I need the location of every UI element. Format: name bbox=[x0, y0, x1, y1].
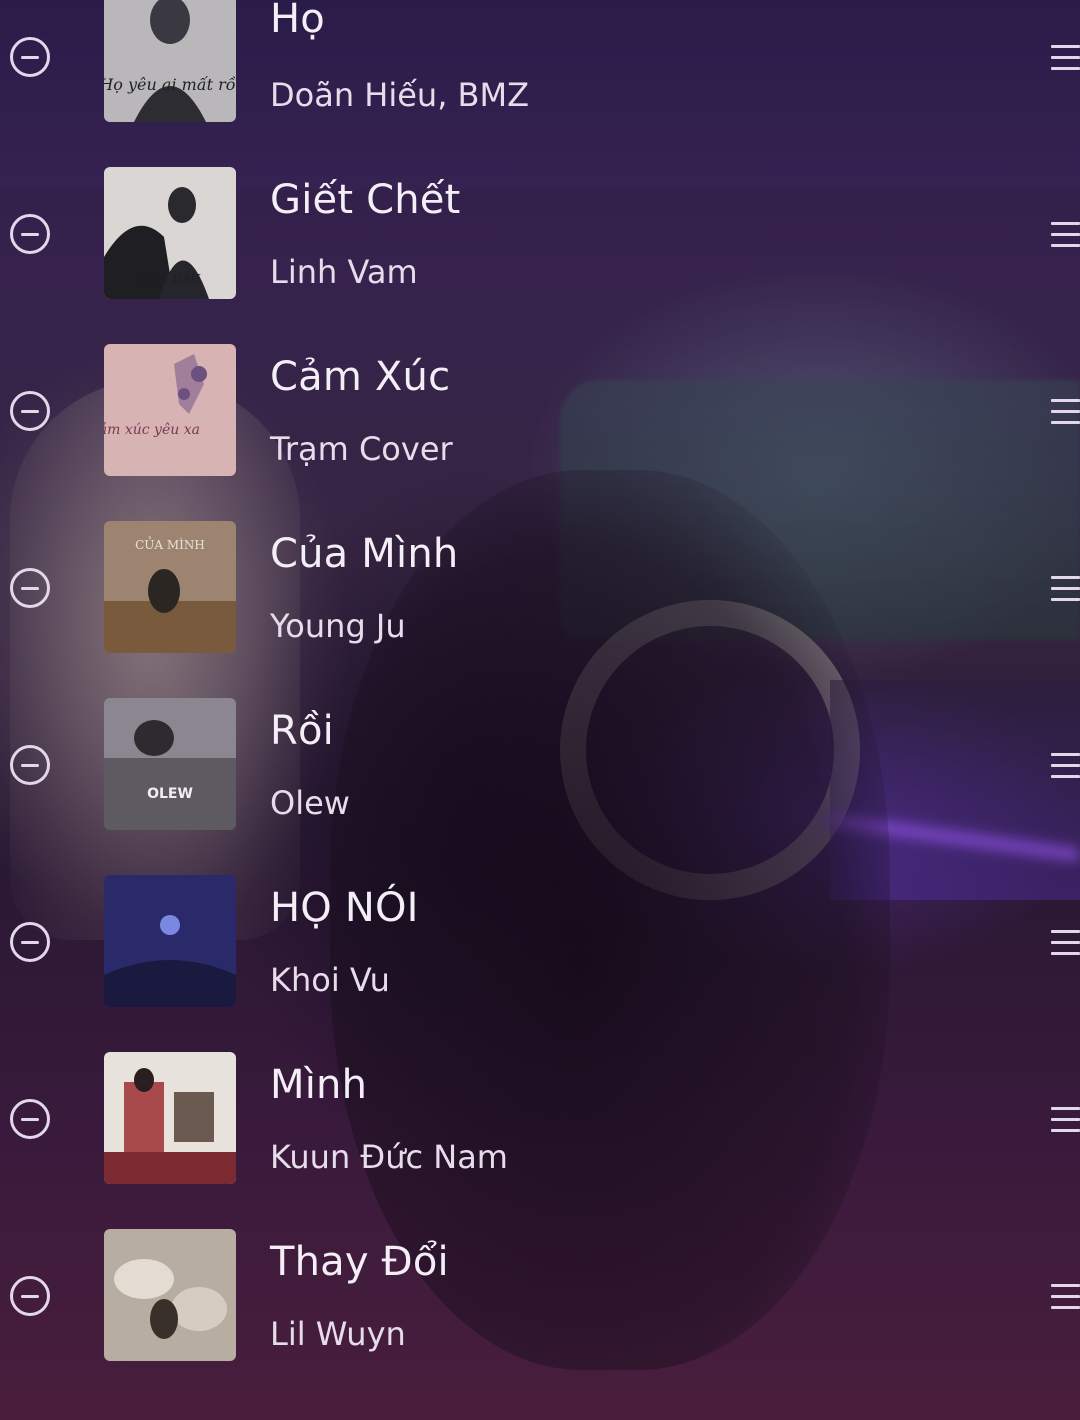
album-cover: Cảm xúc yêu xa bbox=[104, 344, 236, 476]
album-cover-text: CỦA MÌNH bbox=[135, 535, 205, 552]
remove-track-button[interactable] bbox=[10, 568, 50, 608]
drag-handle-icon[interactable] bbox=[1051, 753, 1080, 779]
track-row[interactable]: OLEW Rồi Olew bbox=[0, 698, 1080, 875]
track-title: Giết Chết bbox=[270, 177, 461, 223]
track-title: Mình bbox=[270, 1062, 368, 1108]
minus-circle-icon bbox=[21, 1117, 39, 1121]
minus-circle-icon bbox=[21, 232, 39, 236]
minus-circle-icon bbox=[21, 586, 39, 590]
drag-handle-icon[interactable] bbox=[1051, 399, 1080, 425]
album-cover bbox=[104, 1052, 236, 1184]
remove-track-button[interactable] bbox=[10, 214, 50, 254]
track-row[interactable]: Mình Kuun Đức Nam bbox=[0, 1052, 1080, 1229]
remove-track-button[interactable] bbox=[10, 1276, 50, 1316]
drag-handle-icon[interactable] bbox=[1051, 576, 1080, 602]
minus-circle-icon bbox=[21, 55, 39, 59]
album-cover bbox=[104, 1229, 236, 1361]
drag-handle-icon[interactable] bbox=[1051, 1107, 1080, 1133]
album-cover-text: OLEW bbox=[147, 786, 193, 802]
remove-track-button[interactable] bbox=[10, 922, 50, 962]
remove-track-button[interactable] bbox=[10, 37, 50, 77]
track-artist: Doãn Hiếu, BMZ bbox=[270, 76, 530, 114]
drag-handle-icon[interactable] bbox=[1051, 1284, 1080, 1310]
track-title: Rồi bbox=[270, 708, 334, 754]
remove-track-button[interactable] bbox=[10, 1099, 50, 1139]
album-cover-text: CON DAU bbox=[139, 272, 201, 286]
track-row[interactable]: Họ yêu ai mất rồi Họ Doãn Hiếu, BMZ bbox=[0, 0, 1080, 167]
drag-handle-icon[interactable] bbox=[1051, 45, 1080, 71]
drag-handle-icon[interactable] bbox=[1051, 930, 1080, 956]
track-title: Của Mình bbox=[270, 531, 459, 577]
album-cover: CỦA MÌNH bbox=[104, 521, 236, 653]
track-title: Thay Đổi bbox=[270, 1239, 449, 1285]
minus-circle-icon bbox=[21, 940, 39, 944]
remove-track-button[interactable] bbox=[10, 745, 50, 785]
track-row[interactable]: Thay Đổi Lil Wuyn bbox=[0, 1229, 1080, 1406]
minus-circle-icon bbox=[21, 763, 39, 767]
album-cover-text: Họ yêu ai mất rồi bbox=[104, 75, 236, 94]
album-cover-text: Cảm xúc yêu xa bbox=[104, 421, 200, 438]
track-artist: Linh Vam bbox=[270, 253, 418, 291]
track-title: Họ bbox=[270, 0, 325, 42]
track-artist: Lil Wuyn bbox=[270, 1315, 406, 1353]
minus-circle-icon bbox=[21, 409, 39, 413]
track-artist: Young Ju bbox=[270, 607, 406, 645]
album-cover: Họ yêu ai mất rồi bbox=[104, 0, 236, 122]
album-cover: OLEW bbox=[104, 698, 236, 830]
track-artist: Kuun Đức Nam bbox=[270, 1138, 508, 1176]
track-title: Cảm Xúc bbox=[270, 354, 451, 400]
track-row[interactable]: HỌ NÓI Khoi Vu bbox=[0, 875, 1080, 1052]
track-artist: Trạm Cover bbox=[270, 430, 453, 468]
album-cover: CON DAU bbox=[104, 167, 236, 299]
remove-track-button[interactable] bbox=[10, 391, 50, 431]
track-artist: Olew bbox=[270, 784, 350, 822]
drag-handle-icon[interactable] bbox=[1051, 222, 1080, 248]
minus-circle-icon bbox=[21, 1294, 39, 1298]
track-artist: Khoi Vu bbox=[270, 961, 390, 999]
track-title: HỌ NÓI bbox=[270, 885, 419, 931]
track-row[interactable]: CON DAU Giết Chết Linh Vam bbox=[0, 167, 1080, 344]
track-row[interactable]: Cảm xúc yêu xa Cảm Xúc Trạm Cover bbox=[0, 344, 1080, 521]
album-cover bbox=[104, 875, 236, 1007]
track-row[interactable]: CỦA MÌNH Của Mình Young Ju bbox=[0, 521, 1080, 698]
track-list: Họ yêu ai mất rồi Họ Doãn Hiếu, BMZ CON … bbox=[0, 0, 1080, 1420]
